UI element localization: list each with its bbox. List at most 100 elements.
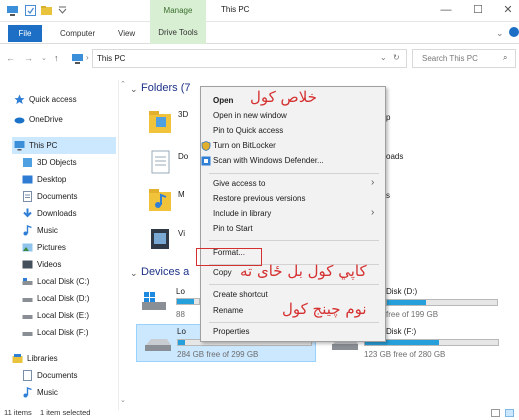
sidebar-item-quick-access[interactable]: Quick access <box>14 91 114 108</box>
scroll-up-icon[interactable]: ⌃ <box>120 80 126 88</box>
nav-scrollbar[interactable]: ⌃ ⌄ <box>118 80 127 410</box>
details-view-icon[interactable] <box>491 409 500 417</box>
sidebar-item-local-disk-d[interactable]: Local Disk (D:) <box>22 290 116 307</box>
folder-3d-objects-icon[interactable] <box>148 108 173 136</box>
close-button[interactable]: ✕ <box>497 2 519 18</box>
drive-e-label: Lo <box>177 327 186 336</box>
breadcrumb[interactable]: This PC <box>97 54 125 63</box>
menu-separator <box>209 173 379 174</box>
computer-icon <box>14 140 25 151</box>
sidebar-item-this-pc[interactable]: This PC <box>12 137 116 154</box>
menu-item-pin-quick-access[interactable]: Pin to Quick access <box>213 126 283 135</box>
folder-downloads-label: oads <box>386 152 404 161</box>
drive-f-label: Disk (F:) <box>386 327 417 336</box>
submenu-arrow-icon: › <box>371 177 375 188</box>
recent-locations-icon[interactable]: ⌄ <box>41 54 47 62</box>
menu-item-properties[interactable]: Properties <box>213 327 249 336</box>
drive-icon <box>22 310 33 321</box>
search-icon: ⌕ <box>503 53 508 62</box>
menu-separator <box>209 284 379 285</box>
sidebar-item-library-documents[interactable]: Documents <box>22 367 116 384</box>
computer-icon <box>71 53 84 64</box>
address-bar[interactable]: › This PC ⌄ ↻ <box>72 49 407 68</box>
up-arrow-icon[interactable]: ↑ <box>54 53 59 63</box>
sidebar-item-3d-objects[interactable]: 3D Objects <box>22 154 116 171</box>
menu-item-restore[interactable]: Restore previous versions <box>213 194 305 203</box>
sidebar-item-local-disk-e[interactable]: Local Disk (E:) <box>22 307 116 324</box>
drive-icon <box>22 293 33 304</box>
sidebar-item-music[interactable]: Music <box>22 222 116 239</box>
collapse-devices-icon[interactable]: ⌄ <box>130 268 138 279</box>
collapse-folders-icon[interactable]: ⌄ <box>130 84 138 95</box>
tab-drive-tools[interactable]: Drive Tools <box>150 22 206 44</box>
menu-item-open-new-window[interactable]: Open in new window <box>213 111 287 120</box>
folder-desktop-label: s <box>386 191 390 200</box>
sidebar-item-desktop[interactable]: Desktop <box>22 171 116 188</box>
folder-3d-objects-label: 3D <box>178 110 189 119</box>
maximize-button[interactable]: ☐ <box>467 2 489 18</box>
ribbon-expand-icon[interactable]: ⌄ <box>496 28 504 39</box>
menu-item-give-access[interactable]: Give access to <box>213 179 265 188</box>
drive-d-label: Disk (D:) <box>386 287 418 296</box>
drive-c-usage-bar <box>176 298 200 305</box>
music-icon <box>22 224 33 236</box>
drive-c-label: Lo <box>176 287 185 296</box>
document-icon <box>22 370 33 381</box>
menu-item-include-library[interactable]: Include in library <box>213 209 271 218</box>
tab-view[interactable]: View <box>118 29 135 38</box>
sidebar-item-library-music[interactable]: Music <box>22 384 116 401</box>
help-icon[interactable] <box>509 27 519 37</box>
properties-icon[interactable] <box>24 4 37 17</box>
title-bar: Manage This PC — ☐ ✕ <box>0 0 519 22</box>
sidebar-item-onedrive[interactable]: OneDrive <box>14 111 114 128</box>
status-selection: 1 item selected <box>40 408 91 417</box>
minimize-button[interactable]: — <box>435 2 457 18</box>
menu-item-defender[interactable]: Scan with Windows Defender... <box>213 156 324 165</box>
back-arrow-icon[interactable]: ← <box>6 53 15 63</box>
drive-f-free: 123 GB free of 280 GB <box>364 350 446 359</box>
sidebar-item-pictures[interactable]: Pictures <box>22 239 116 256</box>
sidebar-item-local-disk-f[interactable]: Local Disk (F:) <box>22 324 116 341</box>
address-dropdown-icon[interactable]: ⌄ <box>380 53 387 62</box>
tab-file[interactable]: File <box>8 25 42 42</box>
folder-documents-label: Do <box>178 152 189 161</box>
manage-context-tab[interactable]: Manage <box>150 0 206 22</box>
drive-d-free: free of 199 GB <box>386 310 439 319</box>
status-item-count: 11 items <box>4 408 32 417</box>
windows-drive-icon[interactable] <box>140 290 166 318</box>
videos-icon <box>22 259 33 270</box>
menu-item-rename[interactable]: Rename <box>213 306 243 315</box>
menu-item-copy[interactable]: Copy <box>213 268 232 277</box>
folder-music-icon[interactable] <box>148 186 173 214</box>
search-input[interactable]: Search This PC ⌕ <box>412 49 516 68</box>
sidebar-item-libraries[interactable]: Libraries <box>12 350 116 367</box>
menu-item-open[interactable]: Open <box>213 96 233 105</box>
folder-videos-label: Vi <box>178 229 185 238</box>
folder-documents-icon[interactable] <box>148 148 173 176</box>
menu-item-create-shortcut[interactable]: Create shortcut <box>213 290 268 299</box>
drive-c-free: 88 <box>176 310 185 319</box>
sidebar-item-downloads[interactable]: Downloads <box>22 205 116 222</box>
new-folder-icon[interactable] <box>40 4 53 17</box>
folders-group-header[interactable]: Folders (7 <box>141 82 191 94</box>
tab-computer[interactable]: Computer <box>60 29 95 38</box>
sidebar-item-local-disk-c[interactable]: Local Disk (C:) <box>22 273 116 290</box>
menu-item-pin-start[interactable]: Pin to Start <box>213 224 253 233</box>
copy-annotation: کاپي کول بل ځای ته <box>240 262 367 280</box>
forward-arrow-icon[interactable]: → <box>24 53 33 63</box>
tiles-view-icon[interactable] <box>505 409 514 417</box>
sidebar-item-videos[interactable]: Videos <box>22 256 116 273</box>
menu-item-bitlocker[interactable]: Turn on BitLocker <box>213 141 276 150</box>
scroll-down-icon[interactable]: ⌄ <box>120 396 126 404</box>
folder-videos-icon[interactable] <box>148 224 173 252</box>
devices-group-header[interactable]: Devices a <box>141 266 189 278</box>
rename-annotation: نوم چینج کول <box>282 300 367 318</box>
customize-quick-access-icon[interactable] <box>56 4 69 17</box>
status-bar: 11 items 1 item selected <box>0 407 519 420</box>
breadcrumb-chevron-icon[interactable]: › <box>86 53 89 62</box>
address-row: ← → ⌄ ↑ › This PC ⌄ ↻ Search This PC ⌕ <box>0 44 519 72</box>
refresh-icon[interactable]: ↻ <box>393 53 400 62</box>
sidebar-item-documents[interactable]: Documents <box>22 188 116 205</box>
libraries-icon <box>12 353 23 364</box>
drive-icon <box>143 333 171 361</box>
